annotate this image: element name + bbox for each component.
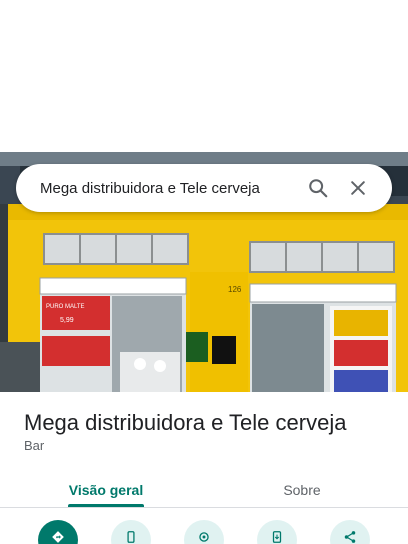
share-button[interactable] <box>330 520 370 544</box>
tab-bar: Visão geral Sobre <box>0 470 408 510</box>
search-input[interactable]: Mega distribuidora e Tele cerveja <box>40 180 298 197</box>
directions-icon <box>51 530 65 544</box>
tab-about[interactable]: Sobre <box>220 470 384 510</box>
close-icon[interactable] <box>338 168 378 208</box>
call-button[interactable] <box>111 520 151 544</box>
search-icon[interactable] <box>298 168 338 208</box>
place-category: Bar <box>24 438 45 453</box>
send-to-phone-button[interactable] <box>257 520 297 544</box>
tabs-divider <box>0 507 408 508</box>
location-icon <box>197 530 211 544</box>
send-to-phone-icon <box>270 530 284 544</box>
action-buttons <box>0 520 408 544</box>
place-title: Mega distribuidora e Tele cerveja <box>24 410 347 435</box>
banner-price: 5,99 <box>60 317 74 324</box>
house-number: 126 <box>228 285 242 294</box>
banner-text: PURO MALTE <box>46 304 85 310</box>
share-icon <box>343 530 357 544</box>
directions-button[interactable] <box>38 520 78 544</box>
search-bar[interactable]: Mega distribuidora e Tele cerveja <box>16 164 392 212</box>
map-blank-area <box>0 0 408 152</box>
phone-icon <box>124 530 138 544</box>
location-button[interactable] <box>184 520 224 544</box>
